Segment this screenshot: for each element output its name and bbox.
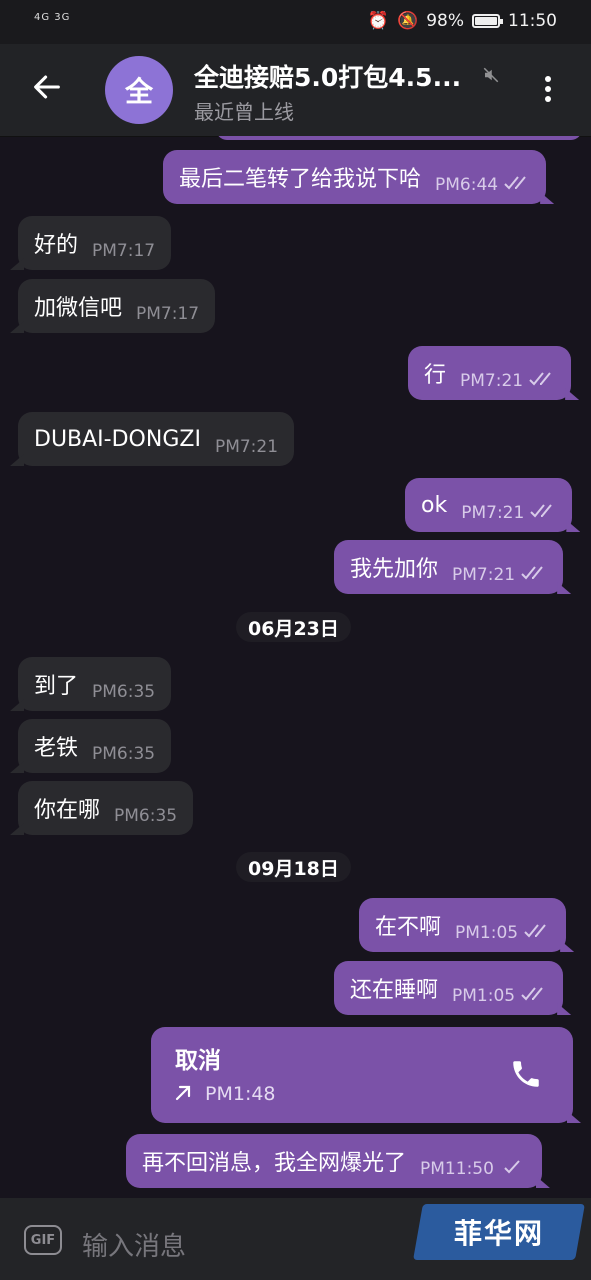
message-text: ok (421, 492, 448, 518)
message-bubble-partial (216, 136, 582, 140)
more-options-icon[interactable] (543, 76, 553, 106)
battery-percent: 98% (426, 11, 464, 31)
message-text: 行 (424, 363, 447, 388)
message-time: PM6:35 (92, 682, 156, 702)
gif-button[interactable]: GIF (24, 1225, 62, 1255)
message-time: PM1:05 (452, 986, 516, 1006)
signal-indicator: 4G 3G (34, 12, 71, 23)
message-text: 老铁 (34, 736, 79, 761)
message-text: 最后二笔转了给我说下哈 (179, 167, 422, 192)
message-input[interactable]: 输入消息 (82, 1226, 186, 1263)
message-bubble-out[interactable]: 在不啊 PM1:05 (359, 898, 567, 952)
date-separator: 06月23日 (236, 612, 351, 642)
message-text: 你在哪 (34, 798, 101, 823)
message-time: PM7:17 (92, 241, 156, 261)
message-bubble-out[interactable]: ok PM7:21 (405, 478, 573, 532)
avatar[interactable]: 全 (105, 56, 173, 124)
call-status: 取消 (175, 1048, 221, 1074)
double-check-icon (504, 176, 526, 190)
message-list[interactable]: 最后二笔转了给我说下哈 PM6:44 好的 PM7:17 加微信吧 PM7:17… (0, 136, 591, 1198)
date-separator: 09月18日 (236, 852, 351, 882)
double-check-icon (530, 504, 553, 518)
message-text: 我先加你 (350, 557, 439, 582)
double-check-icon (521, 987, 543, 1001)
double-check-icon (524, 924, 546, 938)
mute-icon: 🔕 (397, 11, 419, 31)
message-time: PM7:21 (214, 437, 279, 457)
double-check-icon (529, 372, 551, 386)
message-time: PM7:21 (452, 565, 516, 585)
message-bubble-in[interactable]: 加微信吧 PM7:17 (18, 279, 216, 333)
watermark-logo: 菲华网 (413, 1204, 585, 1260)
status-bar: 4G 3G ⏰ 🔕 98% 11:50 (0, 0, 591, 44)
message-text: 加微信吧 (34, 296, 123, 321)
call-message-bubble[interactable]: 取消 PM1:48 (151, 1027, 573, 1123)
message-time: PM7:21 (460, 371, 524, 391)
message-bubble-in[interactable]: 老铁 PM6:35 (18, 719, 172, 773)
message-text: 还在睡啊 (350, 978, 439, 1003)
back-arrow-icon[interactable] (30, 70, 64, 104)
double-check-icon (521, 566, 543, 580)
message-bubble-out[interactable]: 再不回消息，我全网爆光了 PM11:50 (126, 1134, 542, 1188)
chat-header: 全 全迪接赔5.0打包4.5... 最近曾上线 (0, 44, 591, 137)
call-time: PM1:48 (205, 1083, 276, 1105)
message-text: 到了 (34, 674, 79, 699)
message-time: PM1:05 (455, 923, 519, 943)
message-text: 好的 (34, 233, 79, 258)
message-time: PM7:17 (136, 304, 200, 324)
message-bubble-out[interactable]: 我先加你 PM7:21 (334, 540, 564, 594)
message-time: PM6:35 (92, 744, 156, 764)
message-time: PM11:50 (420, 1159, 494, 1179)
battery-icon (472, 14, 503, 28)
message-bubble-in[interactable]: 到了 PM6:35 (18, 657, 172, 711)
message-time: PM6:44 (435, 175, 499, 195)
message-bubble-in[interactable]: DUBAI-DONGZI PM7:21 (18, 412, 295, 466)
message-bubble-in[interactable]: 好的 PM7:17 (18, 216, 172, 270)
muted-speaker-icon (483, 67, 499, 83)
message-text: DUBAI-DONGZI (34, 426, 201, 452)
clock: 11:50 (508, 11, 557, 31)
alarm-icon: ⏰ (367, 11, 390, 31)
message-text: 在不啊 (375, 915, 442, 940)
message-bubble-out[interactable]: 行 PM7:21 (408, 346, 572, 400)
message-time: PM6:35 (114, 806, 178, 826)
message-bubble-out[interactable]: 最后二笔转了给我说下哈 PM6:44 (163, 150, 547, 204)
phone-icon[interactable] (509, 1057, 543, 1091)
message-text: 再不回消息，我全网爆光了 (142, 1151, 407, 1176)
watermark-text: 菲华网 (453, 1217, 544, 1250)
message-bubble-out[interactable]: 还在睡啊 PM1:05 (334, 961, 564, 1015)
single-check-icon (504, 1160, 520, 1174)
message-time: PM7:21 (461, 503, 525, 523)
chat-title[interactable]: 全迪接赔5.0打包4.5... (194, 58, 461, 94)
last-seen-status: 最近曾上线 (194, 100, 294, 124)
message-bubble-in[interactable]: 你在哪 PM6:35 (18, 781, 194, 835)
outgoing-call-arrow-icon (175, 1085, 191, 1101)
